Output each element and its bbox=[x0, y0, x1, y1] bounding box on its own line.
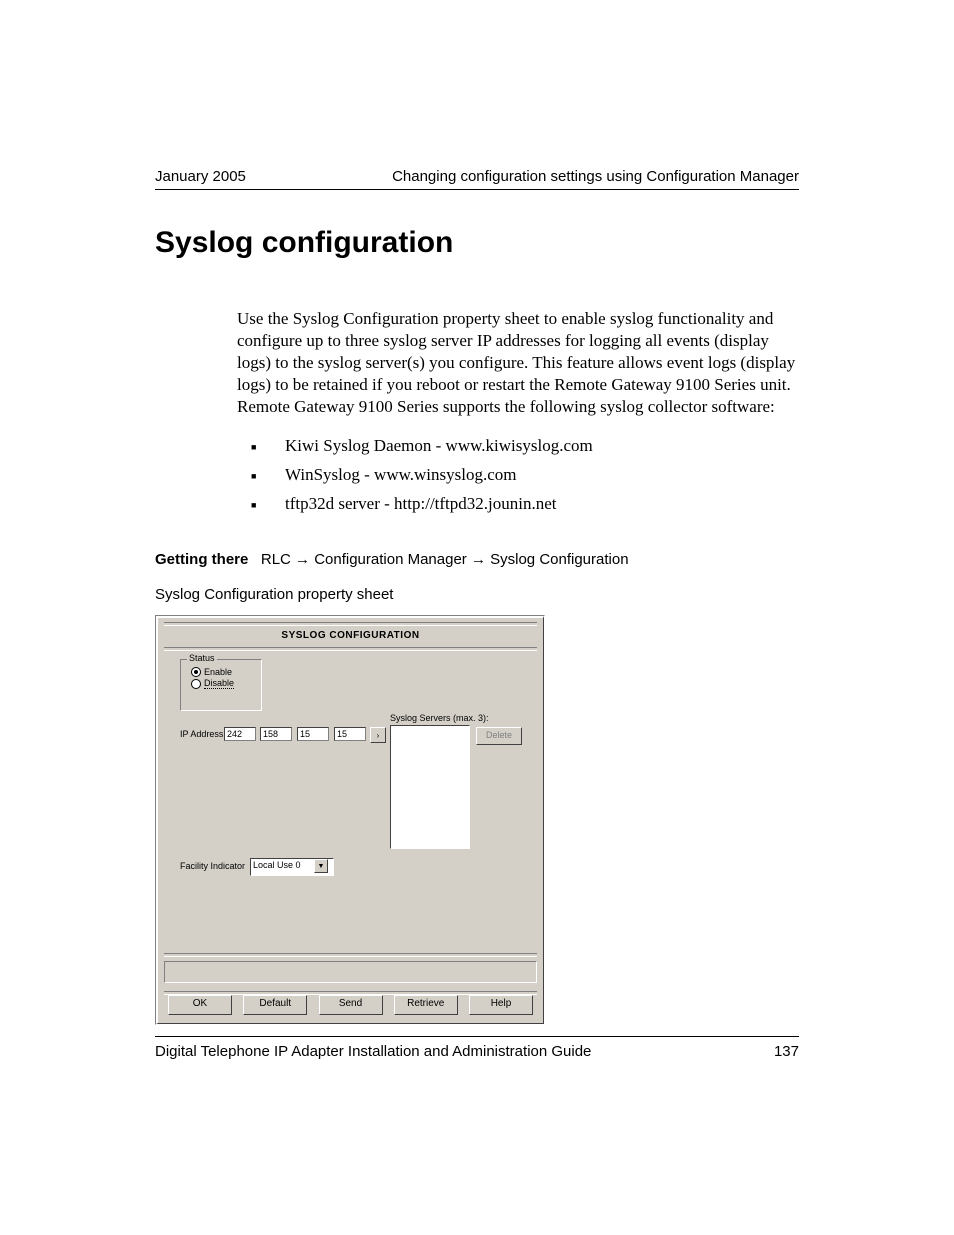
dialog-title: SYSLOG CONFIGURATION bbox=[158, 626, 543, 643]
page-number: 137 bbox=[774, 1043, 799, 1060]
facility-indicator-label: Facility Indicator bbox=[180, 861, 245, 871]
status-groupbox: Status Enable Disable bbox=[180, 659, 262, 711]
ip-octet-2[interactable]: 158 bbox=[260, 727, 292, 741]
footer-title: Digital Telephone IP Adapter Installatio… bbox=[155, 1043, 591, 1060]
facility-dropdown-arrow[interactable]: ▼ bbox=[314, 859, 328, 873]
default-button[interactable]: Default bbox=[243, 995, 307, 1015]
status-legend: Status bbox=[187, 653, 217, 663]
ip-octet-3[interactable]: 15 bbox=[297, 727, 329, 741]
bullet-item: Kiwi Syslog Daemon - www.kiwisyslog.com bbox=[285, 432, 799, 461]
delete-button[interactable]: Delete bbox=[476, 727, 522, 745]
header-date: January 2005 bbox=[155, 168, 246, 185]
ip-octet-1[interactable]: 242 bbox=[224, 727, 256, 741]
enable-radio[interactable]: Enable bbox=[191, 667, 255, 677]
bullet-item: WinSyslog - www.winsyslog.com bbox=[285, 461, 799, 490]
add-ip-button[interactable]: › bbox=[370, 727, 386, 743]
retrieve-button[interactable]: Retrieve bbox=[394, 995, 458, 1015]
chevron-down-icon: ▼ bbox=[318, 863, 325, 870]
help-button[interactable]: Help bbox=[469, 995, 533, 1015]
syslog-config-dialog: SYSLOG CONFIGURATION Status Enable Disab… bbox=[155, 615, 545, 1025]
enable-label: Enable bbox=[204, 667, 232, 677]
send-button[interactable]: Send bbox=[319, 995, 383, 1015]
ip-octet-4[interactable]: 15 bbox=[334, 727, 366, 741]
bullet-item: tftp32d server - http://tftpd32.jounin.n… bbox=[285, 490, 799, 519]
getting-there-line: Getting there RLC → Configuration Manage… bbox=[155, 551, 799, 568]
getting-there-label: Getting there bbox=[155, 551, 248, 568]
disable-label: Disable bbox=[204, 678, 234, 689]
section-heading: Syslog configuration bbox=[155, 226, 799, 260]
figure-caption: Syslog Configuration property sheet bbox=[155, 586, 799, 603]
getting-there-path: RLC → Configuration Manager → Syslog Con… bbox=[261, 551, 629, 568]
disable-radio[interactable]: Disable bbox=[191, 678, 255, 689]
ip-address-label: IP Address bbox=[180, 729, 223, 739]
syslog-servers-label: Syslog Servers (max. 3): bbox=[390, 713, 489, 723]
intro-paragraph: Use the Syslog Configuration property sh… bbox=[237, 308, 799, 418]
header-chapter: Changing configuration settings using Co… bbox=[392, 168, 799, 185]
syslog-servers-listbox[interactable] bbox=[390, 725, 470, 849]
ok-button[interactable]: OK bbox=[168, 995, 232, 1015]
status-bar-strip bbox=[164, 961, 537, 983]
arrow-right-icon: › bbox=[377, 731, 380, 740]
